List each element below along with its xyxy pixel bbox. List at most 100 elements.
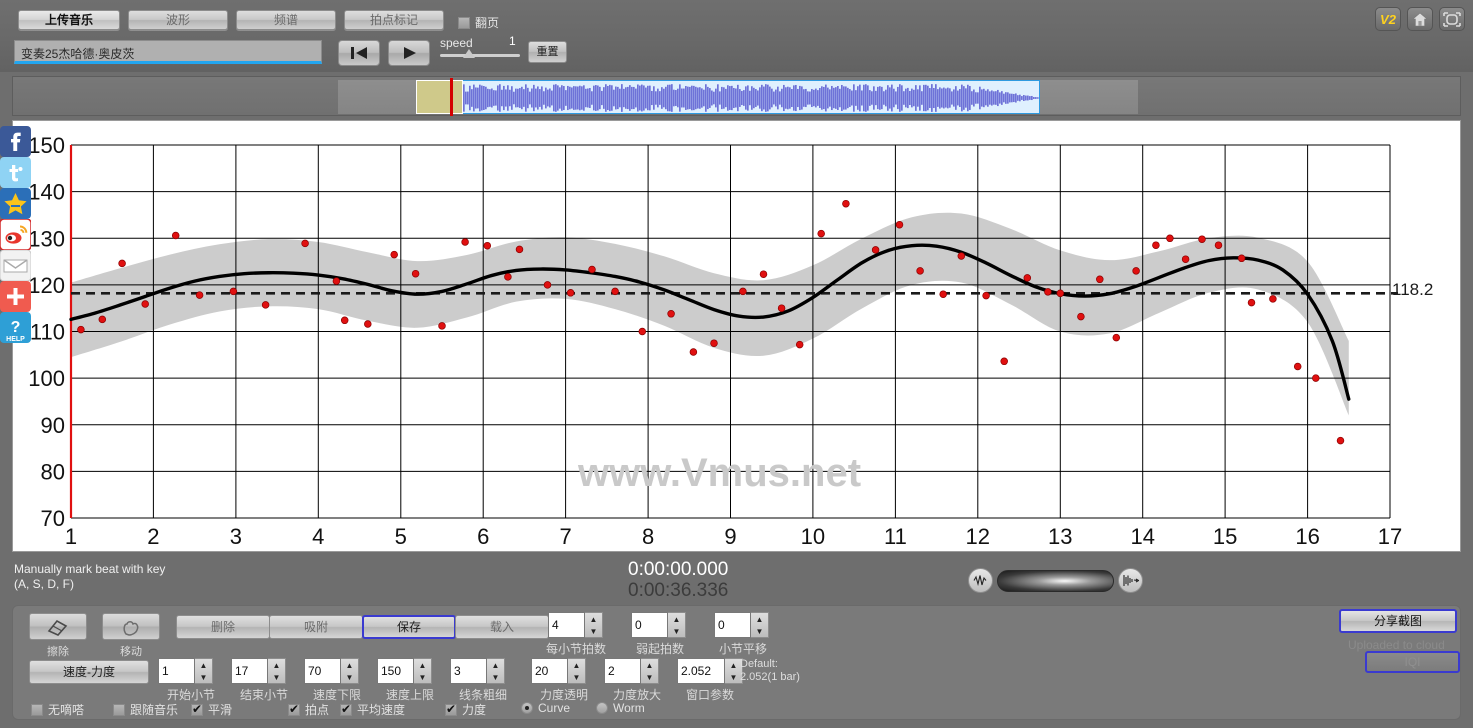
waveform-playhead[interactable] bbox=[450, 78, 453, 116]
spinner-dynamics-alpha-arrows[interactable]: ▲▼ bbox=[568, 658, 586, 684]
snap-button[interactable]: 吸附 bbox=[269, 615, 363, 639]
checkbox-dynamics-wrap[interactable]: 力度 bbox=[445, 701, 486, 718]
spinner-tempo-min-arrows[interactable]: ▲▼ bbox=[341, 658, 359, 684]
waveform-decay-icon[interactable] bbox=[1118, 568, 1143, 593]
move-tool-button[interactable] bbox=[102, 613, 160, 640]
fullscreen-icon[interactable] bbox=[1439, 7, 1465, 31]
svg-text:11: 11 bbox=[884, 524, 907, 549]
help-icon[interactable]: ?HELP bbox=[0, 312, 31, 343]
checkbox-no-tick-wrap[interactable]: 无嘀嗒 bbox=[31, 701, 84, 718]
spinner-tempo-max-arrows[interactable]: ▲▼ bbox=[414, 658, 432, 684]
volume-control[interactable] bbox=[968, 568, 1143, 593]
beat-mark-button[interactable]: 拍点标记 bbox=[344, 10, 444, 30]
svg-text:16: 16 bbox=[1295, 524, 1319, 549]
spinner-pickup-beats[interactable]: ▲▼ bbox=[631, 612, 686, 638]
spinner-dynamics-gain-input[interactable] bbox=[604, 658, 641, 684]
spectrum-button[interactable]: 频谱 bbox=[236, 10, 336, 30]
speed-slider[interactable] bbox=[440, 54, 520, 57]
spinner-window-param-label: 窗口参数 bbox=[671, 686, 749, 703]
bottom-control-panel: 擦除 移动 删除 吸附 保存 载入 ▲▼ 每小节拍数 ▲▼ 弱起拍数 ▲▼ 小节… bbox=[12, 605, 1461, 720]
spinner-bar-shift-input[interactable] bbox=[714, 612, 751, 638]
delete-button[interactable]: 删除 bbox=[176, 615, 270, 639]
spinner-end-bar[interactable]: ▲▼ bbox=[231, 658, 286, 684]
svg-text:1: 1 bbox=[65, 524, 77, 549]
upload-music-button[interactable]: 上传音乐 bbox=[18, 10, 120, 30]
erase-tool-button[interactable] bbox=[29, 613, 87, 640]
spinner-start-bar-input[interactable] bbox=[158, 658, 195, 684]
waveform-overview-inner[interactable] bbox=[338, 80, 1138, 114]
spinner-line-width[interactable]: ▲▼ bbox=[450, 658, 505, 684]
play-button[interactable] bbox=[388, 40, 430, 66]
spinner-bar-shift[interactable]: ▲▼ bbox=[714, 612, 769, 638]
spinner-tempo-min-input[interactable] bbox=[304, 658, 341, 684]
twitter-icon[interactable] bbox=[0, 157, 31, 188]
waveform-graphic bbox=[449, 81, 1040, 114]
spinner-tempo-max[interactable]: ▲▼ bbox=[377, 658, 432, 684]
checkbox-smooth-wrap[interactable]: 平滑 bbox=[191, 701, 232, 718]
checkbox-average-tempo-wrap[interactable]: 平均速度 bbox=[340, 701, 405, 718]
facebook-icon[interactable] bbox=[0, 126, 31, 157]
checkbox-dynamics[interactable] bbox=[445, 704, 457, 716]
checkbox-follow-music-wrap[interactable]: 跟随音乐 bbox=[113, 701, 178, 718]
email-icon[interactable] bbox=[0, 250, 31, 281]
spinner-line-width-input[interactable] bbox=[450, 658, 487, 684]
spinner-beats-per-bar-arrows[interactable]: ▲▼ bbox=[585, 612, 603, 638]
spinner-start-bar-arrows[interactable]: ▲▼ bbox=[195, 658, 213, 684]
spinner-window-param[interactable]: ▲▼ bbox=[677, 658, 743, 684]
spinner-window-param-input[interactable] bbox=[677, 658, 725, 684]
rewind-button[interactable] bbox=[338, 40, 380, 66]
home-icon[interactable] bbox=[1407, 7, 1433, 31]
spinner-bar-shift-arrows[interactable]: ▲▼ bbox=[751, 612, 769, 638]
waveform-small-icon[interactable] bbox=[968, 568, 993, 593]
speed-dynamics-button[interactable]: 速度-力度 bbox=[29, 660, 149, 684]
beat-hint-line1: Manually mark beat with key bbox=[14, 562, 165, 577]
load-button[interactable]: 载入 bbox=[455, 615, 549, 639]
spinner-tempo-min[interactable]: ▲▼ bbox=[304, 658, 359, 684]
share-plus-icon[interactable] bbox=[0, 281, 31, 312]
spinner-beats-per-bar[interactable]: ▲▼ bbox=[548, 612, 603, 638]
spinner-dynamics-alpha-input[interactable] bbox=[531, 658, 568, 684]
radio-curve-label: Curve bbox=[538, 701, 570, 715]
page-turn-checkbox-wrap[interactable]: 翻页 bbox=[458, 14, 499, 31]
checkbox-average-tempo[interactable] bbox=[340, 704, 352, 716]
waveform-button[interactable]: 波形 bbox=[128, 10, 228, 30]
share-screenshot-button[interactable]: 分享截图 bbox=[1339, 609, 1457, 633]
tempo-chart[interactable]: 7080901001101201301401501234567891011121… bbox=[13, 121, 1460, 551]
checkbox-follow-music[interactable] bbox=[113, 704, 125, 716]
checkbox-beats-wrap[interactable]: 拍点 bbox=[288, 701, 329, 718]
spinner-pickup-beats-arrows[interactable]: ▲▼ bbox=[668, 612, 686, 638]
volume-slider[interactable] bbox=[997, 570, 1114, 592]
page-turn-checkbox[interactable] bbox=[458, 17, 470, 29]
qzone-icon[interactable] bbox=[0, 188, 31, 219]
spinner-start-bar[interactable]: ▲▼ bbox=[158, 658, 213, 684]
weibo-icon[interactable] bbox=[0, 219, 31, 250]
radio-worm-wrap[interactable]: Worm bbox=[596, 701, 645, 715]
spinner-beats-per-bar-input[interactable] bbox=[548, 612, 585, 638]
checkbox-beats[interactable] bbox=[288, 704, 300, 716]
spinner-dynamics-gain[interactable]: ▲▼ bbox=[604, 658, 659, 684]
average-tempo-label: 118.2 bbox=[1392, 280, 1433, 300]
spinner-line-width-arrows[interactable]: ▲▼ bbox=[487, 658, 505, 684]
save-button[interactable]: 保存 bbox=[362, 615, 456, 639]
radio-worm[interactable] bbox=[596, 702, 608, 714]
checkbox-smooth[interactable] bbox=[191, 704, 203, 716]
speed-slider-knob[interactable] bbox=[463, 49, 475, 58]
svg-text:14: 14 bbox=[1130, 524, 1154, 549]
song-title-field[interactable]: 变奏25杰哈德·奥皮茨 bbox=[14, 40, 322, 64]
v2-badge-icon[interactable]: V2 bbox=[1375, 7, 1401, 31]
spinner-end-bar-arrows[interactable]: ▲▼ bbox=[268, 658, 286, 684]
waveform-overview-strip[interactable] bbox=[12, 76, 1461, 116]
cloud-id-button[interactable]: IQI bbox=[1365, 651, 1460, 673]
spinner-dynamics-alpha[interactable]: ▲▼ bbox=[531, 658, 586, 684]
radio-curve[interactable] bbox=[521, 702, 533, 714]
reset-button[interactable]: 重置 bbox=[528, 41, 567, 63]
svg-text:4: 4 bbox=[312, 524, 324, 549]
spinner-tempo-max-input[interactable] bbox=[377, 658, 414, 684]
spinner-pickup-beats-input[interactable] bbox=[631, 612, 668, 638]
waveform-selection-region[interactable] bbox=[448, 80, 1040, 114]
checkbox-no-tick[interactable] bbox=[31, 704, 43, 716]
radio-curve-wrap[interactable]: Curve bbox=[521, 701, 570, 715]
spinner-dynamics-gain-arrows[interactable]: ▲▼ bbox=[641, 658, 659, 684]
spinner-end-bar-input[interactable] bbox=[231, 658, 268, 684]
waveform-preroll-region[interactable] bbox=[416, 80, 463, 114]
